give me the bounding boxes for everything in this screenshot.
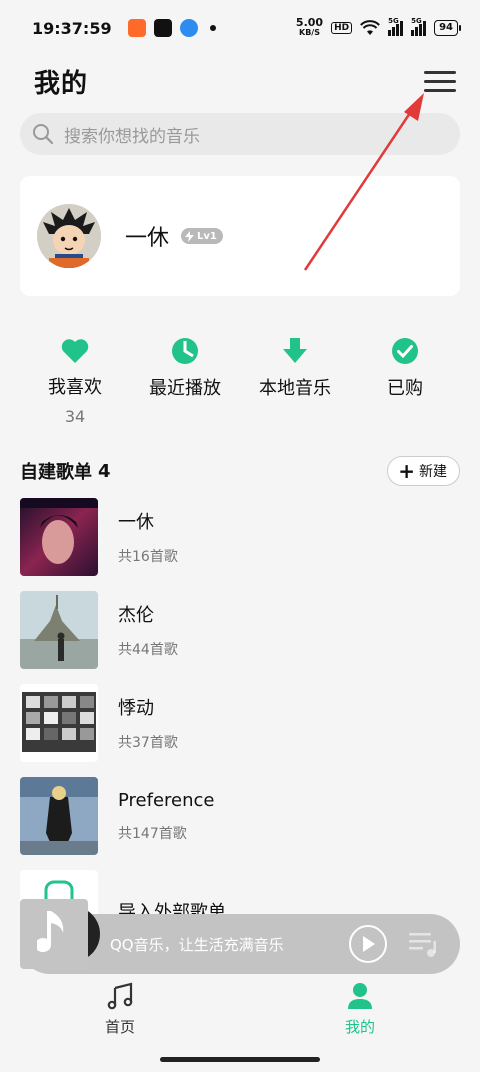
profile-card[interactable]: 一休 Lv1	[20, 176, 460, 296]
music-note-icon	[20, 899, 88, 969]
playlist-name: 悸动	[118, 698, 154, 719]
play-icon	[363, 936, 375, 952]
playlist-item[interactable]: 杰伦 共44首歌	[20, 591, 460, 669]
check-circle-icon	[390, 336, 420, 366]
playlist-name: Preference	[118, 789, 215, 811]
lightning-icon	[185, 230, 195, 242]
playlist-count: 共37首歌	[118, 735, 178, 751]
play-button[interactable]	[349, 925, 387, 963]
menu-icon	[424, 70, 456, 74]
battery-icon: 94	[434, 20, 461, 36]
search-icon	[33, 124, 54, 145]
music-note-icon	[107, 982, 133, 1010]
quick-actions: 我喜欢 34 最近播放 本地音乐 已购	[20, 336, 460, 426]
playlist-count: 共16首歌	[118, 549, 178, 565]
playlist-name: 杰伦	[118, 605, 154, 626]
playlist-name: 一休	[118, 512, 154, 533]
playlists-header: 自建歌单 4 + 新建	[20, 456, 460, 486]
quick-label: 已购	[387, 378, 423, 399]
signal-label: 5G	[388, 17, 399, 25]
page-title: 我的	[34, 68, 89, 99]
playlist-queue-icon[interactable]	[407, 930, 439, 958]
playlist-item[interactable]: Preference 共147首歌	[20, 777, 460, 855]
avatar-image	[37, 204, 101, 268]
search-input[interactable]: 搜索你想找的音乐	[20, 113, 460, 155]
browser-icon	[179, 19, 198, 37]
section-title: 自建歌单	[20, 462, 92, 483]
bottom-nav: 首页 我的	[0, 982, 480, 1052]
search-placeholder: 搜索你想找的音乐	[64, 126, 200, 147]
signal-icon-2: 5G	[411, 17, 427, 36]
net-speed: 5.00 KB/S	[295, 16, 324, 38]
clock-icon	[170, 336, 200, 366]
level-text: Lv1	[197, 230, 217, 242]
quick-local[interactable]: 本地音乐	[240, 336, 350, 426]
nav-home[interactable]: 首页	[0, 982, 240, 1052]
playlist-count: 共147首歌	[118, 825, 187, 842]
download-icon	[280, 336, 310, 366]
heart-icon	[60, 336, 90, 365]
avatar[interactable]	[37, 204, 101, 268]
status-bar: 19:37:59 5.00 KB/S HD 5G 5G 94	[0, 0, 480, 56]
app-notification-icon	[127, 19, 146, 37]
playlist-item[interactable]: 悸动 共37首歌	[20, 684, 460, 762]
signal-icon: 5G	[388, 17, 404, 36]
home-indicator[interactable]	[160, 1057, 320, 1062]
net-speed-unit: KB/S	[299, 28, 320, 37]
quick-recent[interactable]: 最近播放	[130, 336, 240, 426]
nav-mine-label: 我的	[344, 1018, 375, 1036]
net-speed-value: 5.00	[295, 16, 324, 29]
playlist-name: 导入外部歌单	[118, 902, 226, 914]
quick-favorites[interactable]: 我喜欢 34	[20, 336, 130, 426]
menu-button[interactable]	[424, 65, 456, 97]
page-header: 我的	[0, 56, 480, 106]
player-artwork[interactable]	[20, 894, 100, 974]
playlist-item[interactable]: 一休 共16首歌	[20, 498, 460, 576]
player-text: QQ音乐，让生活充满音乐	[110, 936, 284, 954]
wifi-icon	[360, 20, 380, 35]
section-count: 4	[98, 460, 111, 482]
quick-purchased[interactable]: 已购	[350, 336, 460, 426]
quick-count: 34	[64, 407, 86, 426]
nav-mine[interactable]: 我的	[240, 982, 480, 1052]
new-playlist-button[interactable]: + 新建	[387, 456, 460, 486]
quick-label: 最近播放	[149, 378, 221, 399]
plus-icon: +	[398, 459, 415, 483]
user-icon	[348, 983, 372, 1009]
quick-label: 我喜欢	[48, 377, 102, 398]
hd-icon: HD	[331, 22, 353, 34]
level-badge: Lv1	[181, 228, 223, 244]
playlist-cover	[20, 591, 98, 669]
quick-label: 本地音乐	[259, 378, 331, 399]
username: 一休	[125, 226, 170, 251]
signal-label-2: 5G	[411, 17, 422, 25]
status-time: 19:37:59	[32, 18, 112, 38]
playlist-cover	[20, 498, 98, 576]
playlist-count: 共44首歌	[118, 642, 178, 658]
new-button-label: 新建	[419, 464, 447, 480]
nav-home-label: 首页	[104, 1018, 135, 1036]
tiktok-icon	[153, 19, 172, 37]
playlist-cover	[20, 777, 98, 855]
notification-dot-icon	[209, 25, 216, 31]
playlist-cover	[20, 684, 98, 762]
